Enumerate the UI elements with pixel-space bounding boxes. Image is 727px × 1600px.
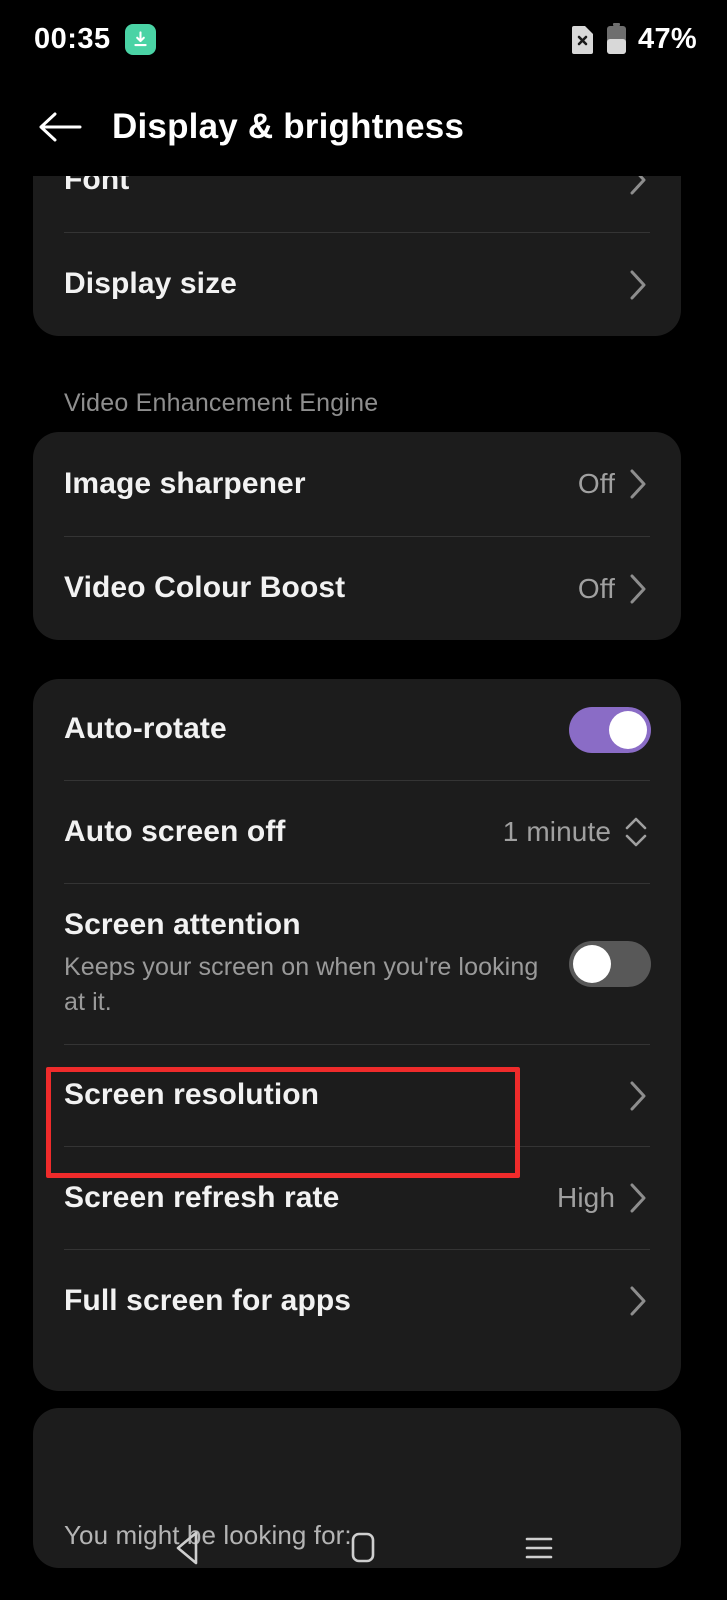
download-icon [124,23,156,55]
row-full-screen-for-apps-label: Full screen for apps [64,1283,352,1317]
row-auto-rotate[interactable]: Auto-rotate [33,679,681,780]
row-font-label: Font [64,176,130,196]
row-image-sharpener-main: Image sharpener [64,466,578,503]
card-font-displaysize: Font Display size [33,176,681,336]
status-bar-left: 00:35 [34,23,156,56]
page-title: Display & brightness [112,107,465,146]
nav-recents-lines-icon[interactable] [509,1518,569,1578]
row-screen-attention-label: Screen attention [64,908,301,942]
row-auto-rotate-label: Auto-rotate [64,712,227,746]
card-video-enhancement: Image sharpener Off Video Colour Boost O… [33,432,681,640]
row-font-main: Font [64,176,625,198]
stepper-icon[interactable] [621,812,651,852]
nav-back-triangle-icon[interactable] [158,1518,218,1578]
row-font[interactable]: Font [33,176,681,232]
section-label-video-enhancement: Video Enhancement Engine [64,389,379,417]
battery-icon [605,23,628,55]
row-auto-screen-off-main: Auto screen off [64,814,503,851]
row-auto-screen-off-label: Auto screen off [64,814,286,848]
chevron-right-icon [625,1078,651,1114]
row-screen-resolution-main: Screen resolution [64,1077,625,1114]
row-video-colour-boost-label: Video Colour Boost [64,571,346,605]
settings-scroll-area[interactable]: Font Display size Video Enhancement Engi… [0,176,727,1600]
row-auto-screen-off[interactable]: Auto screen off 1 minute [33,781,681,883]
battery-percentage: 47% [638,22,697,55]
chevron-right-icon [625,571,651,607]
chevron-right-icon [625,1180,651,1216]
row-screen-attention-main: Screen attention Keeps your screen on wh… [64,907,569,1021]
row-full-screen-for-apps-main: Full screen for apps [64,1283,625,1320]
row-screen-resolution[interactable]: Screen resolution [33,1045,681,1146]
chevron-right-icon [625,466,651,502]
chevron-right-icon [625,1283,651,1319]
toggle-knob [609,710,647,749]
phone-screen: 00:35 47% Display & brightness Font Disp… [0,0,727,1600]
row-screen-attention-description: Keeps your screen on when you're looking… [64,952,539,1017]
chevron-right-icon [625,267,651,303]
toggle-knob [573,945,611,983]
row-auto-rotate-main: Auto-rotate [64,711,569,748]
row-image-sharpener[interactable]: Image sharpener Off [33,432,681,536]
row-screen-attention[interactable]: Screen attention Keeps your screen on wh… [33,884,681,1044]
row-screen-refresh-rate-label: Screen refresh rate [64,1180,340,1214]
row-video-colour-boost-main: Video Colour Boost [64,570,578,607]
row-image-sharpener-label: Image sharpener [64,466,306,500]
row-full-screen-for-apps[interactable]: Full screen for apps [33,1250,681,1352]
nav-home-square-icon[interactable] [333,1518,393,1578]
screen-attention-toggle[interactable] [569,941,651,987]
row-display-size-label: Display size [64,267,237,301]
row-screen-refresh-rate[interactable]: Screen refresh rate High [33,1147,681,1249]
row-image-sharpener-value: Off [577,468,615,499]
row-screen-refresh-rate-main: Screen refresh rate [64,1180,557,1217]
row-screen-refresh-rate-value: High [557,1182,615,1213]
row-screen-resolution-label: Screen resolution [64,1078,320,1112]
row-display-size[interactable]: Display size [33,233,681,336]
row-video-colour-boost[interactable]: Video Colour Boost Off [33,537,681,640]
auto-rotate-toggle[interactable] [569,706,651,753]
card-screen-settings: Auto-rotate Auto screen off 1 minute Scr… [33,679,681,1391]
navigation-bar [0,1495,727,1600]
status-bar-right: 47% [570,23,697,56]
row-display-size-main: Display size [64,266,625,303]
row-video-colour-boost-value: Off [577,572,615,604]
sim-card-off-icon [570,24,595,54]
row-auto-screen-off-value: 1 minute [502,816,611,847]
status-bar: 00:35 47% [0,0,727,78]
arrow-left-icon[interactable] [38,107,84,147]
chevron-right-icon [625,176,651,198]
app-bar: Display & brightness [0,78,727,176]
status-clock: 00:35 [34,22,111,55]
